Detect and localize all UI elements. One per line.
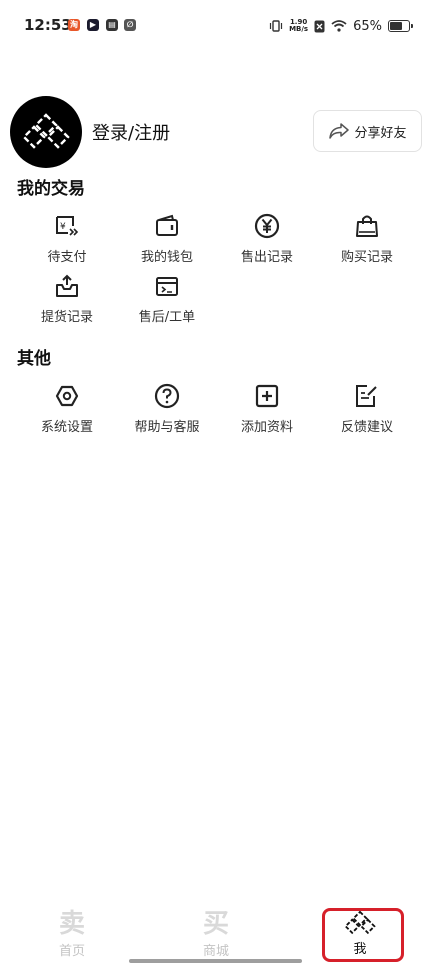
- menu-item-label: 提货记录: [40, 310, 93, 325]
- avatar[interactable]: [10, 96, 82, 168]
- menu-item-purchase-records[interactable]: 购买记录: [317, 212, 417, 268]
- section-title-other: 其他: [17, 349, 51, 369]
- notification-app-icon-1: 淘: [68, 19, 80, 31]
- mall-tab-icon: 买: [202, 909, 229, 939]
- section-title-trades: 我的交易: [17, 179, 85, 199]
- notification-app-icon-2: ▶: [87, 19, 99, 31]
- login-register-link[interactable]: 登录/注册: [92, 119, 170, 145]
- vibrate-icon: [269, 20, 283, 32]
- notification-app-icon-4: ∅: [124, 19, 136, 31]
- nav-tab-home[interactable]: 卖 首页: [27, 910, 117, 960]
- net-speed-unit: MB/s: [289, 25, 309, 33]
- sim-off-icon: [314, 20, 325, 32]
- home-indicator[interactable]: [129, 959, 302, 963]
- active-tab-highlight: [322, 908, 404, 962]
- payment-pending-icon: ¥: [53, 212, 81, 240]
- menu-item-label: 售出记录: [240, 250, 293, 265]
- pickup-tray-icon: [53, 272, 81, 300]
- network-speed: 1.90 MB/s: [289, 19, 308, 33]
- nav-tab-mall[interactable]: 买 商城: [171, 910, 261, 960]
- status-right-group: 1.90 MB/s 65%: [269, 16, 413, 36]
- menu-item-after-sales[interactable]: 售后/工单: [117, 272, 217, 328]
- settings-hex-icon: [53, 382, 81, 410]
- logo-icon: [22, 113, 70, 149]
- menu-item-system-settings[interactable]: 系统设置: [17, 382, 117, 438]
- wifi-icon: [331, 20, 347, 32]
- status-bar: 12:53 淘 ▶ ▤ ∅ 1.90 MB/s 65%: [0, 0, 432, 52]
- menu-item-label: 帮助与客服: [134, 420, 200, 435]
- ticket-icon: [153, 272, 181, 300]
- share-arrow-icon: [329, 123, 350, 139]
- menu-item-label: 系统设置: [40, 420, 93, 435]
- menu-item-label: 售后/工单: [138, 310, 196, 325]
- menu-item-label: 反馈建议: [340, 420, 393, 435]
- menu-item-feedback[interactable]: 反馈建议: [317, 382, 417, 438]
- battery-percent: 65%: [353, 18, 382, 34]
- shopping-bag-icon: [353, 212, 381, 240]
- wallet-icon: [153, 212, 181, 240]
- add-square-icon: [253, 382, 281, 410]
- notification-app-icon-3: ▤: [106, 19, 118, 31]
- help-icon: [153, 382, 181, 410]
- menu-item-pickup-records[interactable]: 提货记录: [17, 272, 117, 328]
- feedback-icon: [353, 382, 381, 410]
- battery-icon: [388, 20, 413, 32]
- status-time: 12:53: [24, 16, 72, 34]
- svg-text:¥: ¥: [60, 222, 66, 232]
- nav-tab-label: 首页: [58, 944, 85, 959]
- menu-item-label: 待支付: [47, 250, 87, 265]
- menu-item-pending-payment[interactable]: ¥ 待支付: [17, 212, 117, 268]
- menu-item-help-service[interactable]: 帮助与客服: [117, 382, 217, 438]
- menu-item-add-info[interactable]: 添加资料: [217, 382, 317, 438]
- share-button-label: 分享好友: [354, 125, 407, 141]
- menu-item-label: 购买记录: [340, 250, 393, 265]
- share-friends-button[interactable]: 分享好友: [313, 110, 422, 152]
- menu-item-wallet[interactable]: 我的钱包: [117, 212, 217, 268]
- menu-item-label: 我的钱包: [140, 250, 193, 265]
- yen-coin-icon: [253, 212, 281, 240]
- nav-tab-label: 商城: [202, 944, 229, 959]
- home-tab-icon: 卖: [58, 909, 85, 939]
- menu-item-sales-records[interactable]: 售出记录: [217, 212, 317, 268]
- menu-item-label: 添加资料: [240, 420, 293, 435]
